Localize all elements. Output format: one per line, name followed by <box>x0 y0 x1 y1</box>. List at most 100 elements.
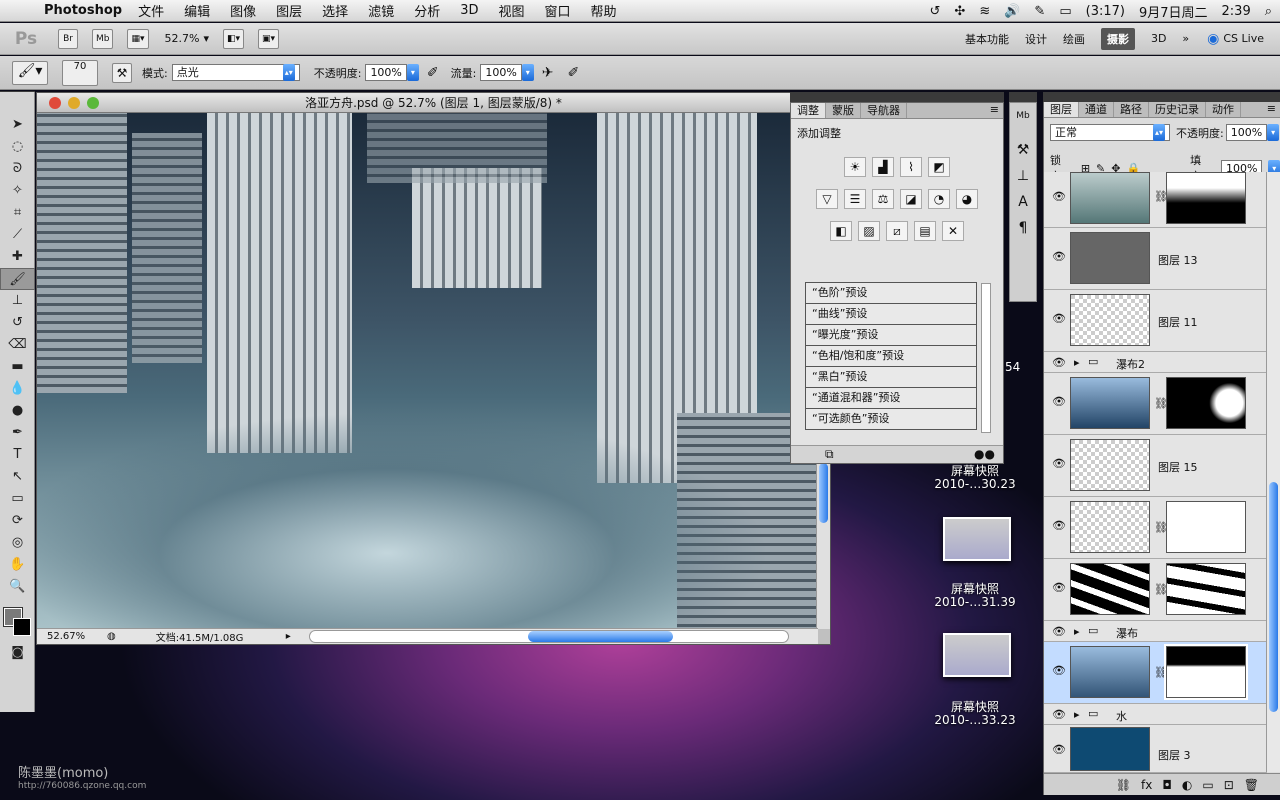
tab-masks[interactable]: 蒙版 <box>826 103 861 118</box>
quick-select-icon[interactable]: ✧ <box>0 180 35 202</box>
workspace-painting[interactable]: 绘画 <box>1063 31 1085 47</box>
gradient-tool-icon[interactable]: ▬ <box>0 356 35 378</box>
threshold-icon[interactable]: ⧄ <box>886 221 908 241</box>
quick-mask-icon[interactable]: ◙ <box>0 642 35 664</box>
layer-row-selected[interactable]: 👁 ⛓ <box>1044 642 1267 704</box>
layer-opacity-field[interactable]: 100% <box>1225 124 1268 141</box>
menu-image[interactable]: 图像 <box>230 1 256 20</box>
arrange-documents-button[interactable]: ◧▾ <box>223 28 245 49</box>
levels-icon[interactable]: ▟ <box>872 157 894 177</box>
type-tool-icon[interactable]: T <box>0 444 35 466</box>
layer-row[interactable]: 👁 ⛓ <box>1044 559 1267 621</box>
brush-panel-icon[interactable]: ⚒ <box>112 62 132 83</box>
menu-analysis[interactable]: 分析 <box>414 1 440 20</box>
menu-view[interactable]: 视图 <box>498 1 524 20</box>
tab-layers[interactable]: 图层 <box>1044 102 1079 117</box>
crop-tool-icon[interactable]: ⌗ <box>0 202 35 224</box>
eye-icon[interactable]: 👁 <box>1052 395 1066 408</box>
exposure-icon[interactable]: ◩ <box>928 157 950 177</box>
wifi-icon[interactable]: ≋ <box>979 4 990 19</box>
blend-mode-select[interactable]: 正常 ▴▾ <box>1050 124 1170 141</box>
eye-icon[interactable]: 👁 <box>1052 708 1066 721</box>
link-layers-icon[interactable]: ⛓ <box>1116 778 1131 792</box>
add-mask-icon[interactable]: ◘ <box>1162 778 1172 792</box>
flow-dropdown-icon[interactable]: ▾ <box>521 64 534 81</box>
tab-navigator[interactable]: 导航器 <box>861 103 907 118</box>
tab-adjustments[interactable]: 调整 <box>791 103 826 118</box>
presets-scrollbar[interactable] <box>981 283 991 433</box>
menu-file[interactable]: 文件 <box>138 1 164 20</box>
eye-icon[interactable]: 👁 <box>1052 625 1066 638</box>
tab-history[interactable]: 历史记录 <box>1149 102 1206 117</box>
layer-row[interactable]: 👁 图层 3 <box>1044 725 1267 773</box>
layers-scrollbar[interactable] <box>1266 172 1280 772</box>
eye-icon[interactable]: 👁 <box>1052 250 1066 263</box>
pressure-size-icon[interactable]: ✐ <box>568 65 580 81</box>
cslive-icon[interactable]: ◉ <box>1207 31 1219 47</box>
pen-tool-icon[interactable]: ✒ <box>0 422 35 444</box>
posterize-icon[interactable]: ▨ <box>858 221 880 241</box>
battery-time[interactable]: (3:17) <box>1086 4 1125 19</box>
minibridge-icon[interactable]: Mb <box>1010 103 1036 129</box>
preset-selective-color[interactable]: “可选颜色”预设 <box>805 409 977 430</box>
desktop-screenshot[interactable] <box>943 633 1011 677</box>
layer-row[interactable]: 👁 图层 11 <box>1044 290 1267 352</box>
black-white-icon[interactable]: ◪ <box>900 189 922 209</box>
workspace-essentials[interactable]: 基本功能 <box>965 31 1009 47</box>
desktop-label[interactable]: 2010-…31.39 <box>920 595 1030 609</box>
desktop-label[interactable]: 2010-…33.23 <box>920 713 1030 727</box>
menu-3d[interactable]: 3D <box>460 3 478 18</box>
menu-app-name[interactable]: Photoshop <box>44 3 122 18</box>
adjustment-layer-icon[interactable]: ◐ <box>1182 778 1192 792</box>
eye-icon[interactable]: 👁 <box>1052 356 1066 369</box>
preset-hue-saturation[interactable]: “色相/饱和度”预设 <box>805 346 977 367</box>
status-icon[interactable]: ◍ <box>107 631 116 642</box>
layer-mask[interactable] <box>1166 501 1246 553</box>
eye-icon[interactable]: 👁 <box>1052 312 1066 325</box>
desktop-label[interactable]: 2010-…30.23 <box>920 477 1030 491</box>
3d-rotate-icon[interactable]: ⟳ <box>0 510 35 532</box>
preset-exposure[interactable]: “曝光度”预设 <box>805 325 977 346</box>
scroll-thumb[interactable] <box>1269 482 1278 712</box>
fx-icon[interactable]: fx <box>1141 778 1152 792</box>
view-extras-button[interactable]: ▦▾ <box>127 28 149 49</box>
vibrance-icon[interactable]: ▽ <box>816 189 838 209</box>
color-swatches[interactable] <box>0 598 34 642</box>
selective-color-icon[interactable]: ✕ <box>942 221 964 241</box>
panel-menu-icon[interactable]: ≡ <box>990 103 1003 118</box>
menu-window[interactable]: 窗口 <box>545 1 571 20</box>
menu-clock[interactable]: 2:39 <box>1222 4 1251 19</box>
layer-row[interactable]: 👁 ⛓ <box>1044 172 1267 228</box>
menu-select[interactable]: 选择 <box>322 1 348 20</box>
desktop-screenshot[interactable] <box>943 517 1011 561</box>
stamp-tool-icon[interactable]: ⊥ <box>0 290 35 312</box>
layer-mask[interactable] <box>1166 172 1246 224</box>
pen-icon[interactable]: ✎ <box>1034 4 1045 19</box>
adjustments-strip[interactable] <box>790 92 1004 102</box>
background-color[interactable] <box>13 618 31 636</box>
clip-layer-icon[interactable]: ●● <box>974 447 995 461</box>
preset-levels[interactable]: “色阶”预设 <box>805 283 977 304</box>
layer-group-row[interactable]: 👁 ▸ ▭ 水 <box>1044 704 1267 725</box>
expand-triangle-icon[interactable]: ▸ <box>1074 625 1080 638</box>
expand-triangle-icon[interactable]: ▸ <box>1074 708 1080 721</box>
eye-icon[interactable]: 👁 <box>1052 743 1066 756</box>
tool-preset-picker[interactable]: 🖌▾ <box>12 60 48 85</box>
tab-actions[interactable]: 动作 <box>1206 102 1241 117</box>
tab-paths[interactable]: 路径 <box>1114 102 1149 117</box>
cslive-button[interactable]: CS Live <box>1223 32 1264 45</box>
character-icon[interactable]: A <box>1010 189 1036 215</box>
tab-channels[interactable]: 通道 <box>1079 102 1114 117</box>
bluetooth-icon[interactable]: ✣ <box>954 4 965 19</box>
shape-tool-icon[interactable]: ▭ <box>0 488 35 510</box>
opacity-dropdown-icon[interactable]: ▾ <box>406 64 419 81</box>
menu-layer[interactable]: 图层 <box>276 1 302 20</box>
eye-icon[interactable]: 👁 <box>1052 190 1066 203</box>
panel-menu-icon[interactable]: ≡ <box>1267 102 1280 117</box>
layer-row[interactable]: 👁 图层 15 <box>1044 435 1267 497</box>
menu-help[interactable]: 帮助 <box>591 1 617 20</box>
side-strip[interactable] <box>1009 92 1037 102</box>
new-layer-icon[interactable]: ⊡ <box>1224 778 1234 792</box>
canvas-image[interactable] <box>37 113 818 629</box>
menu-edit[interactable]: 编辑 <box>184 1 210 20</box>
